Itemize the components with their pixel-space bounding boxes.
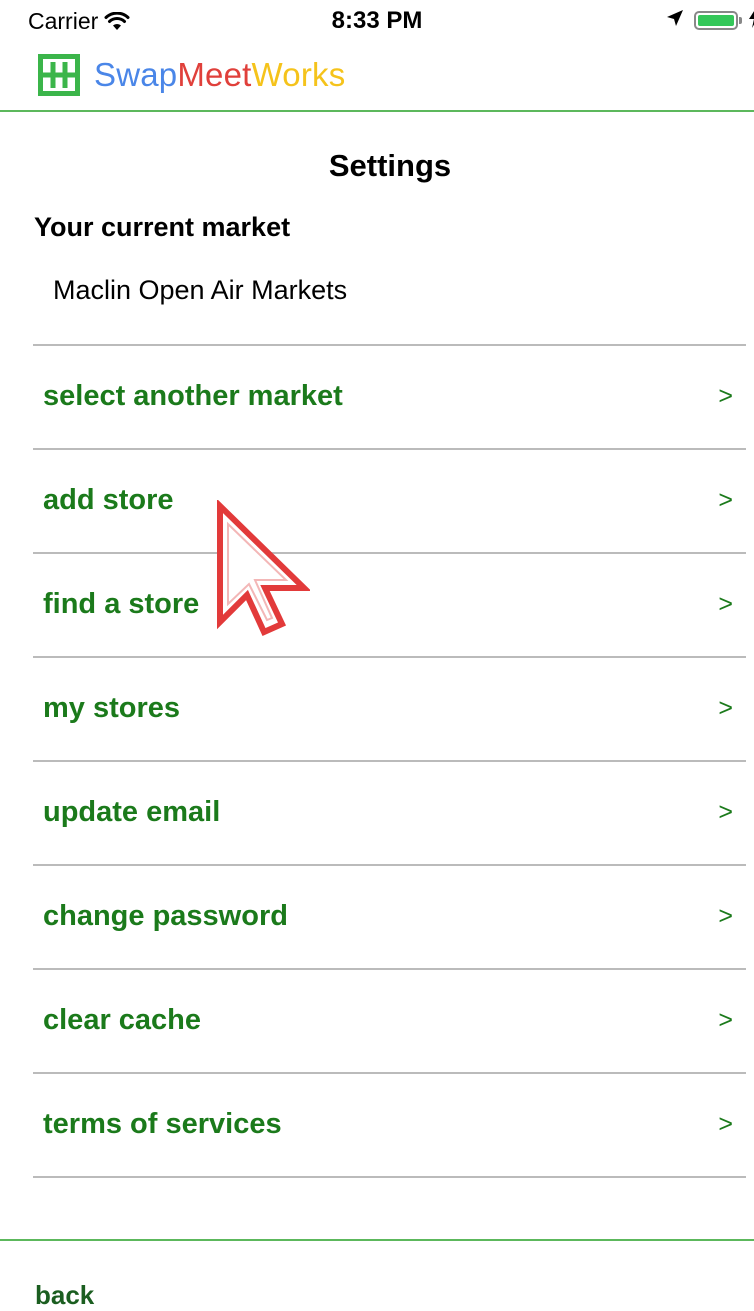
menu-item-label: terms of services [43, 1108, 282, 1140]
menu-item-label: clear cache [43, 1004, 202, 1036]
menu-item-update-email[interactable]: update email > [33, 762, 746, 866]
menu-item-terms-of-services[interactable]: terms of services > [33, 1074, 746, 1178]
brand-part-meet: Meet [177, 56, 252, 93]
menu-item-my-stores[interactable]: my stores > [33, 658, 746, 762]
app-header: SwapMeetWorks [0, 44, 754, 112]
chevron-right-icon: > [718, 694, 733, 722]
brand-part-works: Works [251, 56, 346, 93]
menu-item-clear-cache[interactable]: clear cache > [33, 970, 746, 1074]
chevron-right-icon: > [718, 902, 733, 930]
chevron-right-icon: > [718, 486, 733, 514]
menu-item-select-another-market[interactable]: select another market > [33, 346, 746, 450]
location-icon [666, 9, 684, 32]
menu-item-find-a-store[interactable]: find a store > [33, 554, 746, 658]
menu-item-label: select another market [43, 380, 343, 412]
settings-menu: select another market > add store > find… [33, 344, 746, 1178]
chevron-right-icon: > [718, 1006, 733, 1034]
menu-item-label: add store [43, 484, 174, 516]
menu-item-change-password[interactable]: change password > [33, 866, 746, 970]
brand-part-swap: Swap [94, 56, 178, 93]
brand-logo-text: SwapMeetWorks [94, 56, 345, 94]
menu-item-label: change password [43, 900, 288, 932]
menu-item-label: find a store [43, 588, 200, 620]
status-time: 8:33 PM [331, 7, 423, 34]
chevron-right-icon: > [718, 382, 733, 410]
footer-divider [0, 1239, 754, 1241]
chevron-right-icon: > [718, 798, 733, 826]
market-grid-icon [38, 54, 80, 101]
menu-item-label: update email [43, 796, 221, 828]
menu-item-label: my stores [43, 692, 181, 724]
charging-icon [748, 8, 754, 33]
current-market-label: Your current market [34, 212, 291, 242]
page-title: Settings [328, 148, 452, 183]
status-bar: Carrier 8:33 PM [0, 0, 754, 44]
back-button[interactable]: back [35, 1280, 94, 1311]
status-indicators [666, 8, 754, 33]
menu-item-add-store[interactable]: add store > [33, 450, 746, 554]
battery-icon [694, 11, 742, 30]
chevron-right-icon: > [718, 1110, 733, 1138]
chevron-right-icon: > [718, 590, 733, 618]
current-market-value: Maclin Open Air Markets [53, 275, 348, 305]
